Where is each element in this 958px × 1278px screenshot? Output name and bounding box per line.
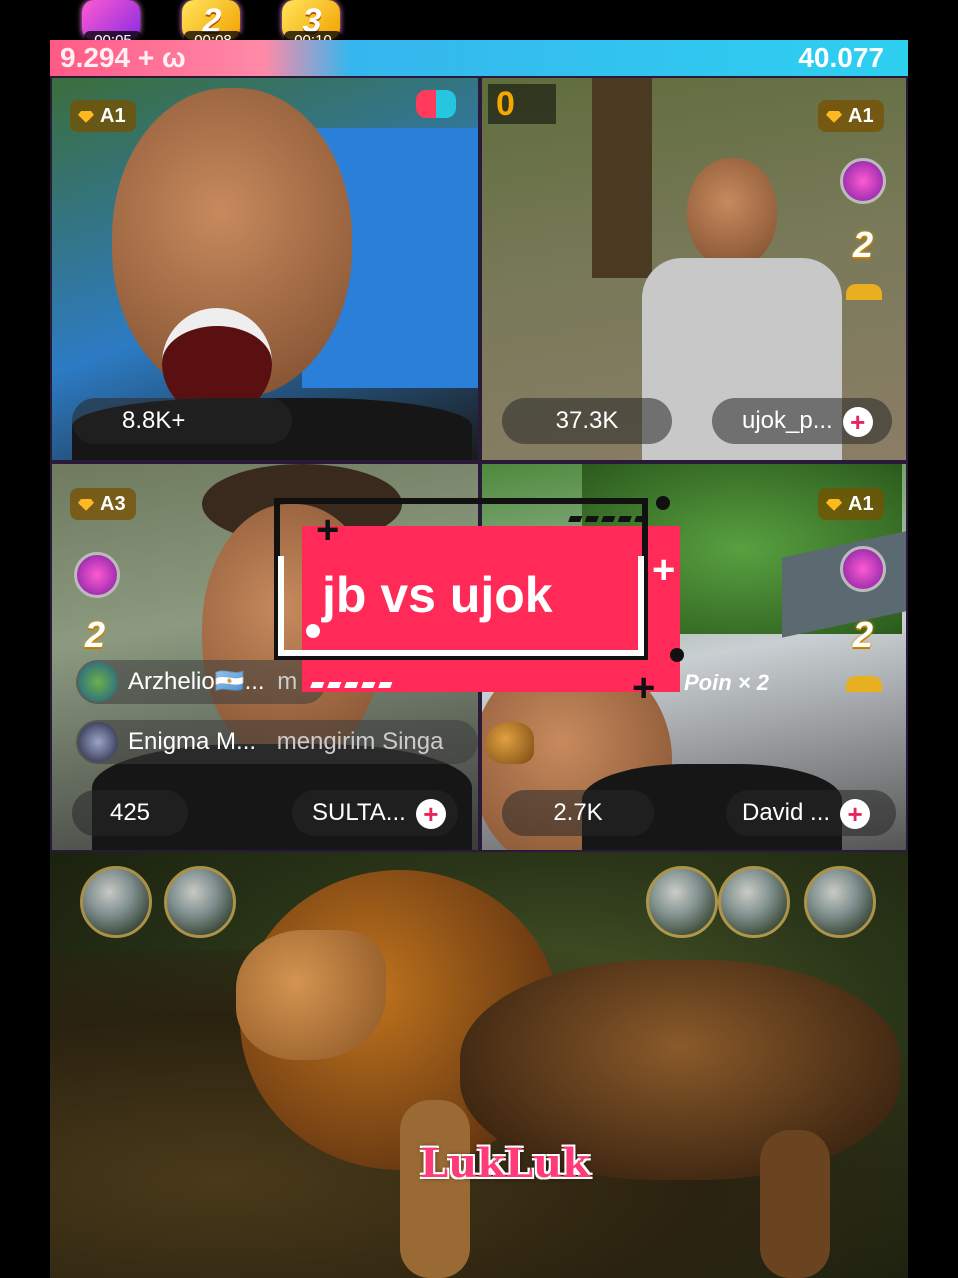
lion-head [236, 930, 386, 1060]
boxing-glove-icon [416, 90, 456, 118]
poin-multiplier-label: Poin × 2 [684, 670, 769, 695]
host-face [687, 158, 777, 268]
lightning-gem-icon[interactable] [840, 546, 886, 592]
dot-decoration-icon [306, 624, 320, 638]
viewer-count-pill: 2.7K [502, 790, 654, 836]
points-value: 0 [496, 85, 515, 123]
viewer-count: 37.3K [555, 407, 619, 434]
number-2-gem-icon[interactable]: 2 [840, 224, 886, 270]
chat-comment[interactable]: Arzhelio🇦🇷... m [76, 660, 326, 704]
points-box: 0 [488, 84, 556, 124]
viewer-count-pill: 425 [72, 790, 188, 836]
dot-decoration-icon [656, 496, 670, 510]
comment-text: m [277, 668, 298, 695]
host-tile-1[interactable]: A1 8.8K+ [50, 76, 480, 462]
rank-badge: A1 [818, 488, 884, 520]
left-team-score: 9.294 + ω [60, 42, 186, 73]
rank-badge-label: A1 [848, 105, 874, 127]
number-3-gem-icon[interactable] [846, 676, 882, 692]
diamond-icon [78, 498, 94, 511]
host-username: SULTA... [312, 799, 406, 826]
viewer-count: 8.8K+ [122, 407, 186, 434]
tree-trunk-background [592, 78, 652, 278]
rank-badge-label: A3 [100, 493, 126, 515]
rank-badge: A1 [70, 100, 136, 132]
follow-host-pill[interactable]: David ... + [726, 790, 896, 836]
comment-username: Enigma M... [128, 728, 257, 755]
rank-badge: A1 [818, 100, 884, 132]
viewer-count-pill: 37.3K [502, 398, 672, 444]
lightning-gem-icon[interactable] [840, 158, 886, 204]
orb-icon [804, 866, 876, 938]
watermark-logo: LukLuk [420, 1140, 590, 1187]
title-text: jb vs ujok [322, 567, 553, 623]
viewer-count: 425 [109, 799, 151, 826]
rank-badge: A3 [70, 488, 136, 520]
zigzag-decoration-icon [303, 682, 393, 706]
diamond-icon [826, 110, 842, 123]
follow-host-pill[interactable]: SULTA... + [292, 790, 458, 836]
orb-icon [164, 866, 236, 938]
viewer-count-pill: 8.8K+ [72, 398, 292, 444]
number-2-gem-icon[interactable]: 2 [72, 614, 118, 660]
right-team-score: 40.077 [798, 42, 884, 73]
number-3-gem-icon[interactable] [846, 284, 882, 300]
chat-comment[interactable]: Enigma M... mengirim Singa [76, 720, 478, 764]
host-username: ujok_p... [742, 407, 833, 434]
host-username: David ... [742, 799, 831, 826]
lion-leg [400, 1100, 470, 1278]
plus-decoration-icon: + [652, 548, 676, 592]
rank-badge-label: A1 [848, 493, 874, 515]
follow-host-pill[interactable]: ujok_p... + [712, 398, 892, 444]
host-tile-2[interactable]: 0 A1 2 37.3K ujok_p... + [480, 76, 908, 462]
comment-username: Arzhelio🇦🇷... [128, 668, 265, 695]
plus-decoration-icon: + [316, 508, 340, 552]
lightning-gem-icon[interactable] [74, 552, 120, 598]
orb-icon [646, 866, 718, 938]
orb-icon [80, 866, 152, 938]
follow-plus-icon[interactable]: + [842, 406, 873, 437]
avatar [78, 662, 118, 702]
zigzag-decoration-icon [561, 516, 649, 540]
follow-plus-icon[interactable]: + [415, 798, 446, 829]
plus-decoration-icon: + [632, 666, 656, 710]
lion-leg [760, 1130, 830, 1278]
diamond-icon [826, 498, 842, 511]
orb-icon [718, 866, 790, 938]
viewer-count: 2.7K [553, 799, 603, 826]
avatar [78, 722, 118, 762]
rank-badge-label: A1 [100, 105, 126, 127]
follow-plus-icon[interactable]: + [840, 798, 871, 829]
dot-decoration-icon [670, 648, 684, 662]
lion-gift-icon [486, 722, 534, 764]
comment-text: mengirim Singa [276, 728, 444, 755]
number-2-gem-icon[interactable]: 2 [840, 614, 886, 660]
diamond-icon [78, 110, 94, 123]
